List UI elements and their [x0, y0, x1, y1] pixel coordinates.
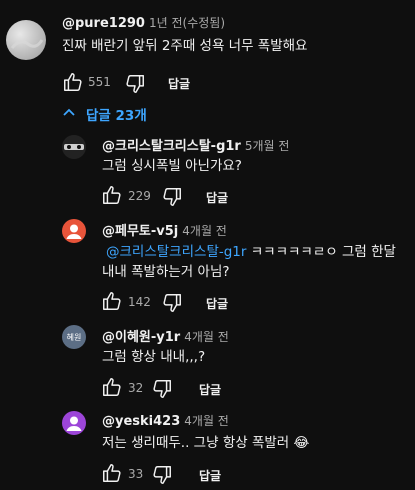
laughing-emoji-icon: 😂	[293, 435, 310, 451]
dislike-icon[interactable]	[151, 464, 173, 490]
like-icon[interactable]	[62, 71, 84, 97]
comment-time[interactable]: 4개월 전	[182, 224, 227, 238]
dislike-icon[interactable]	[124, 73, 146, 99]
comment-time[interactable]: 5개월 전	[245, 139, 290, 153]
reply-button[interactable]: 답글	[199, 381, 221, 398]
replies-toggle[interactable]: 답글 23개	[62, 104, 147, 124]
like-icon[interactable]	[101, 290, 123, 316]
chevron-up-icon	[62, 105, 76, 123]
reply-button[interactable]: 답글	[206, 295, 228, 312]
like-count: 229	[128, 189, 151, 203]
comment-time[interactable]: 1년 전(수정됨)	[149, 16, 225, 30]
like-icon[interactable]	[101, 376, 123, 402]
reply-button[interactable]: 답글	[199, 467, 221, 484]
comment-author[interactable]: @페무토-v5j	[102, 224, 178, 239]
comment-author[interactable]: @yeski423	[102, 414, 180, 429]
dislike-icon[interactable]	[161, 186, 183, 212]
comment-author[interactable]: @크리스탈크리스탈-g1r	[102, 139, 241, 154]
avatar[interactable]	[62, 411, 86, 435]
comment-text: 저는 생리때두.. 그냥 항상 폭발러 😂	[102, 435, 310, 451]
like-icon[interactable]	[101, 462, 123, 488]
avatar[interactable]	[62, 135, 86, 159]
comment-text: 그럼 항상 내내,,,?	[102, 349, 206, 365]
comment-text: @크리스탈크리스탈-g1r ㅋㅋㅋㅋㅋㄹㅇ 그럼 한달	[106, 244, 396, 260]
like-count: 33	[128, 467, 144, 481]
like-count: 142	[128, 295, 151, 309]
comment-text: 그럼 싱시폭빌 아닌가요?	[102, 158, 242, 174]
like-count: 32	[128, 381, 144, 395]
like-count: 551	[88, 75, 111, 89]
dislike-icon[interactable]	[151, 378, 173, 404]
avatar-initials: 혜원	[66, 332, 82, 342]
comment-time[interactable]: 4개월 전	[184, 414, 229, 428]
replies-toggle-label: 답글 23개	[86, 108, 147, 124]
mention-link[interactable]: @크리스탈크리스탈-g1r	[106, 244, 246, 260]
comment-author[interactable]: @pure1290	[62, 16, 145, 31]
comment-time[interactable]: 4개월 전	[184, 330, 229, 344]
avatar[interactable]	[62, 219, 86, 243]
reply-button[interactable]: 답글	[168, 75, 190, 92]
comment-author[interactable]: @이혜원-y1r	[102, 330, 180, 345]
reply-button[interactable]: 답글	[206, 189, 228, 206]
comment-text: 진짜 배란기 앞뒤 2주때 성욕 너무 폭발해요	[62, 38, 308, 54]
dislike-icon[interactable]	[161, 292, 183, 318]
comment-text-line2: 내내 폭발하는거 아님?	[102, 264, 230, 280]
avatar[interactable]: 혜원	[62, 325, 86, 349]
avatar[interactable]	[6, 20, 46, 60]
like-icon[interactable]	[101, 184, 123, 210]
